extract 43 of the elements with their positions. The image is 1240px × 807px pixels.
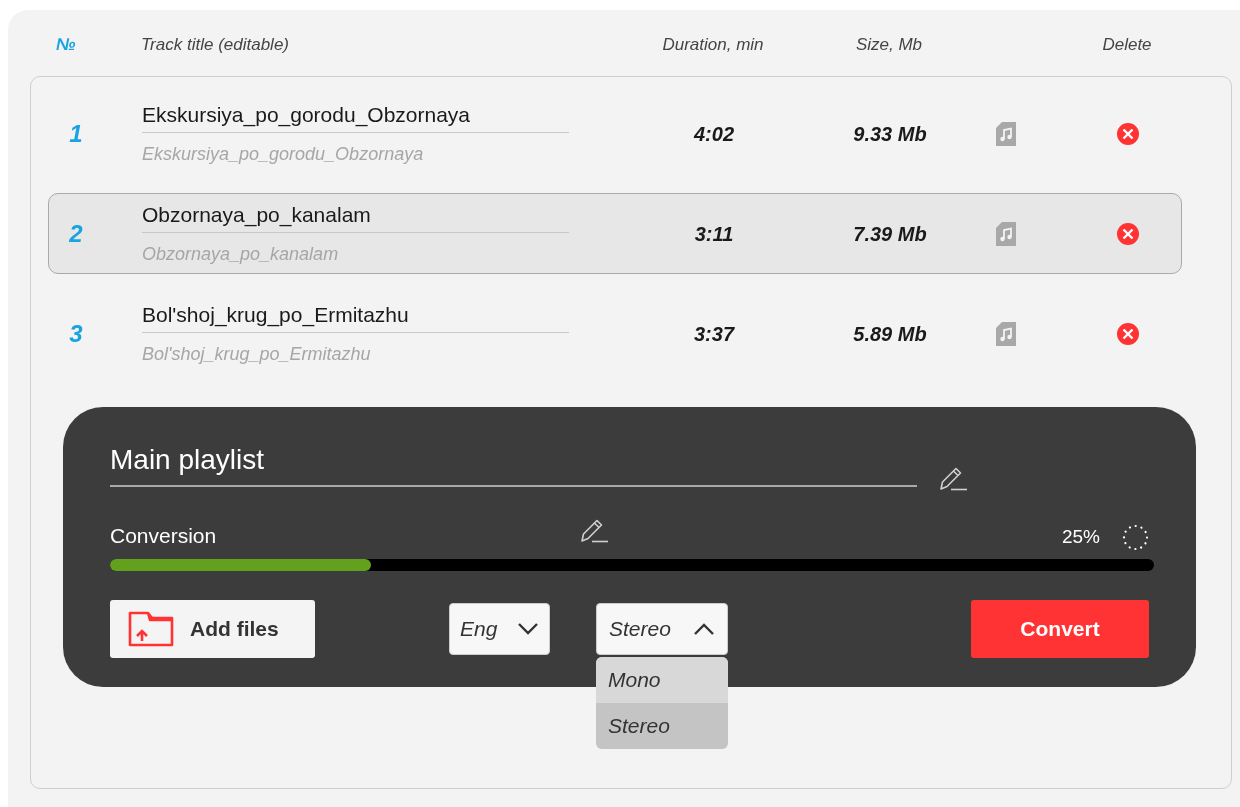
delete-icon[interactable] (1117, 322, 1139, 345)
track-title-field[interactable]: Bol'shoj_krug_po_Ermitazhu (142, 298, 569, 334)
original-file-name: Bol'shoj_krug_po_Ermitazhu (142, 343, 372, 367)
conversion-label: Conversion (110, 522, 218, 549)
track-duration: 3:11 (693, 221, 735, 247)
track-size: 7.39 Mb (852, 221, 928, 247)
pencil-icon[interactable] (939, 465, 969, 491)
track-row[interactable]: 2 Obzornaya_po_kanalam Obzornaya_po_kanalam 3:11 7.39 Mb (48, 193, 1182, 274)
playlist-name-field[interactable]: Main playlist (110, 435, 917, 487)
column-header: Size, Mb (854, 34, 924, 57)
track-size: 5.89 Mb (852, 321, 928, 347)
delete-icon[interactable] (1117, 222, 1139, 245)
loading-spinner-icon (1122, 524, 1149, 551)
chevron-up-icon (693, 622, 715, 636)
column-header: Track title (editable) (141, 34, 290, 57)
dropdown-option[interactable]: Stereo (596, 703, 728, 749)
music-file-icon (996, 321, 1016, 346)
convert-button[interactable]: Convert (971, 600, 1149, 658)
chevron-down-icon (517, 622, 539, 636)
track-number: 1 (68, 118, 84, 149)
track-row[interactable]: 1 Ekskursiya_po_gorodu_Obzornaya Ekskursiya_po_gorodu_Obzornaya 4:02 9.33 Mb (48, 93, 1182, 174)
column-header: Delete (1101, 34, 1153, 57)
track-duration: 4:02 (692, 121, 735, 147)
track-duration: 3:37 (693, 321, 736, 347)
music-file-icon (996, 121, 1016, 146)
add-files-button[interactable]: Add files (110, 600, 315, 658)
folder-upload-icon (128, 611, 174, 647)
track-number: 3 (68, 318, 84, 349)
column-header: № (55, 34, 77, 57)
track-size: 9.33 Mb (852, 121, 928, 147)
track-title-field[interactable]: Ekskursiya_po_gorodu_Obzornaya (142, 98, 569, 134)
original-file-name: Obzornaya_po_kanalam (142, 243, 340, 267)
track-number: 2 (68, 218, 84, 249)
channels-select[interactable]: Stereo (596, 603, 728, 655)
music-file-icon (996, 221, 1016, 246)
delete-icon[interactable] (1117, 122, 1139, 145)
track-row[interactable]: 3 Bol'shoj_krug_po_Ermitazhu Bol'shoj_krug_po_Ermitazhu 3:37 5.89 Mb (48, 293, 1182, 374)
column-header: Duration, min (661, 34, 765, 57)
original-file-name: Ekskursiya_po_gorodu_Obzornaya (142, 143, 425, 167)
track-title-field[interactable]: Obzornaya_po_kanalam (142, 198, 569, 234)
language-select[interactable]: Eng (449, 603, 550, 655)
conversion-percent: 25% (1061, 524, 1100, 549)
pencil-icon[interactable] (580, 517, 610, 543)
